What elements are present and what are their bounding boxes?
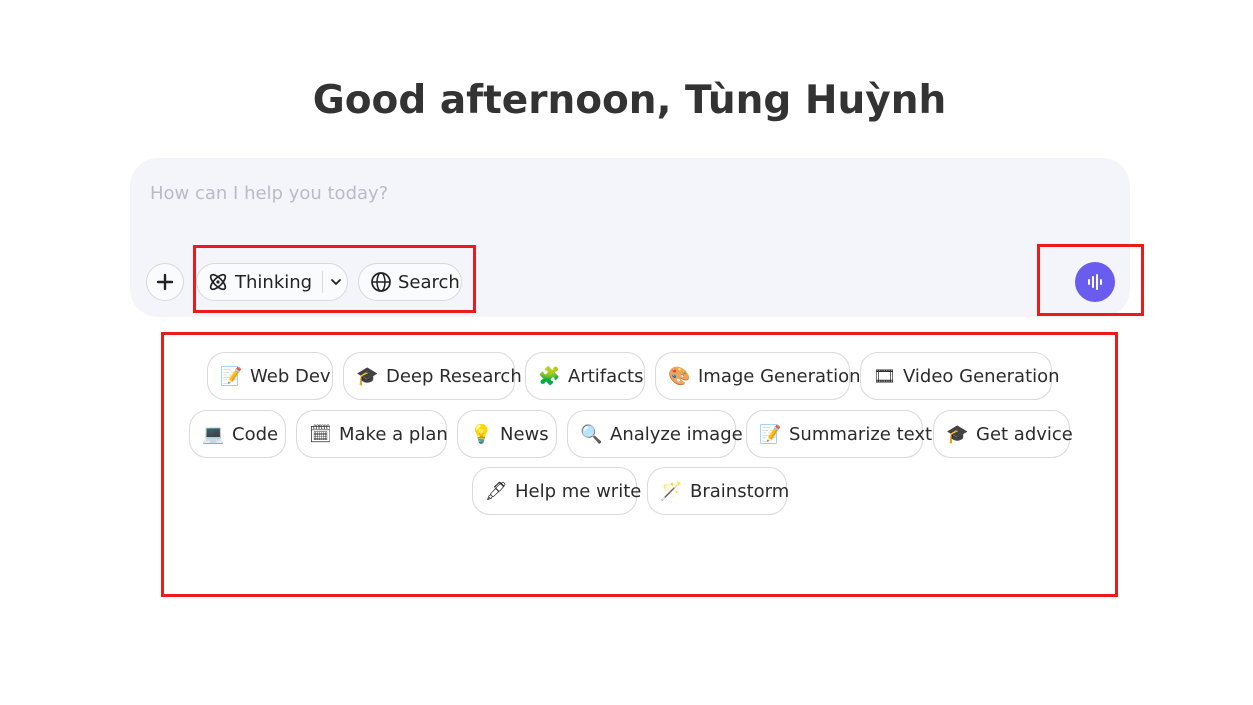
web-dev-emoji-icon: 📝	[220, 365, 243, 387]
deep-research-emoji-icon: 🎓	[356, 365, 379, 387]
analyze-image-emoji-icon: 🔍	[580, 423, 603, 445]
suggestion-chip-make-a-plan[interactable]: 🗓 Make a plan	[296, 410, 448, 458]
video-generation-emoji-icon: 🎞	[873, 365, 896, 387]
help-me-write-emoji-icon: 🖋	[485, 480, 508, 502]
suggestion-chip-news[interactable]: 💡 News	[457, 410, 557, 458]
suggestion-chip-artifacts[interactable]: 🧩 Artifacts	[525, 352, 645, 400]
suggestion-chip-help-me-write[interactable]: 🖋 Help me write	[472, 467, 641, 515]
suggestion-chip-label: Help me write	[515, 480, 642, 502]
artifacts-emoji-icon: 🧩	[538, 365, 561, 387]
news-emoji-icon: 💡	[470, 423, 493, 445]
get-advice-emoji-icon: 🎓	[946, 423, 969, 445]
suggestion-chip-label: Code	[232, 423, 279, 445]
summarize-text-emoji-icon: 📝	[759, 423, 782, 445]
highlight-box-mode-toggles	[193, 245, 476, 313]
suggestion-chip-analyze-image[interactable]: 🔍 Analyze image	[567, 410, 743, 458]
suggestion-chip-label: Artifacts	[568, 365, 644, 387]
suggestion-chip-label: Get advice	[976, 423, 1073, 445]
suggestion-chip-deep-research[interactable]: 🎓 Deep Research	[343, 352, 522, 400]
code-emoji-icon: 💻	[202, 423, 225, 445]
make-a-plan-emoji-icon: 🗓	[309, 423, 332, 445]
plus-icon	[156, 273, 174, 291]
suggestion-chip-video-generation[interactable]: 🎞 Video Generation	[860, 352, 1060, 400]
suggestion-chip-get-advice[interactable]: 🎓 Get advice	[933, 410, 1073, 458]
suggestion-chip-label: Brainstorm	[690, 480, 790, 502]
suggestion-chip-label: Analyze image	[610, 423, 743, 445]
prompt-input[interactable]: How can I help you today?	[150, 183, 388, 204]
suggestion-chip-label: Web Dev	[250, 365, 331, 387]
suggestion-chip-brainstorm[interactable]: 🪄 Brainstorm	[647, 467, 790, 515]
image-generation-emoji-icon: 🎨	[668, 365, 691, 387]
greeting-title: Good afternoon, Tùng Huỳnh	[312, 78, 947, 123]
suggestion-chip-label: Image Generation	[698, 365, 861, 387]
suggestion-chip-label: Deep Research	[386, 365, 522, 387]
highlight-box-voice-button	[1037, 244, 1144, 316]
suggestion-chip-label: Summarize text	[789, 423, 933, 445]
suggestion-chip-web-dev[interactable]: 📝 Web Dev	[207, 352, 333, 400]
suggestion-chip-label: Make a plan	[339, 423, 448, 445]
suggestion-chip-summarize-text[interactable]: 📝 Summarize text	[746, 410, 932, 458]
suggestion-chip-label: News	[500, 423, 549, 445]
brainstorm-emoji-icon: 🪄	[660, 480, 683, 502]
suggestion-chip-image-generation[interactable]: 🎨 Image Generation	[655, 352, 861, 400]
add-attachment-button[interactable]	[146, 263, 184, 301]
suggestion-chip-label: Video Generation	[903, 365, 1060, 387]
suggestion-chip-code[interactable]: 💻 Code	[189, 410, 286, 458]
